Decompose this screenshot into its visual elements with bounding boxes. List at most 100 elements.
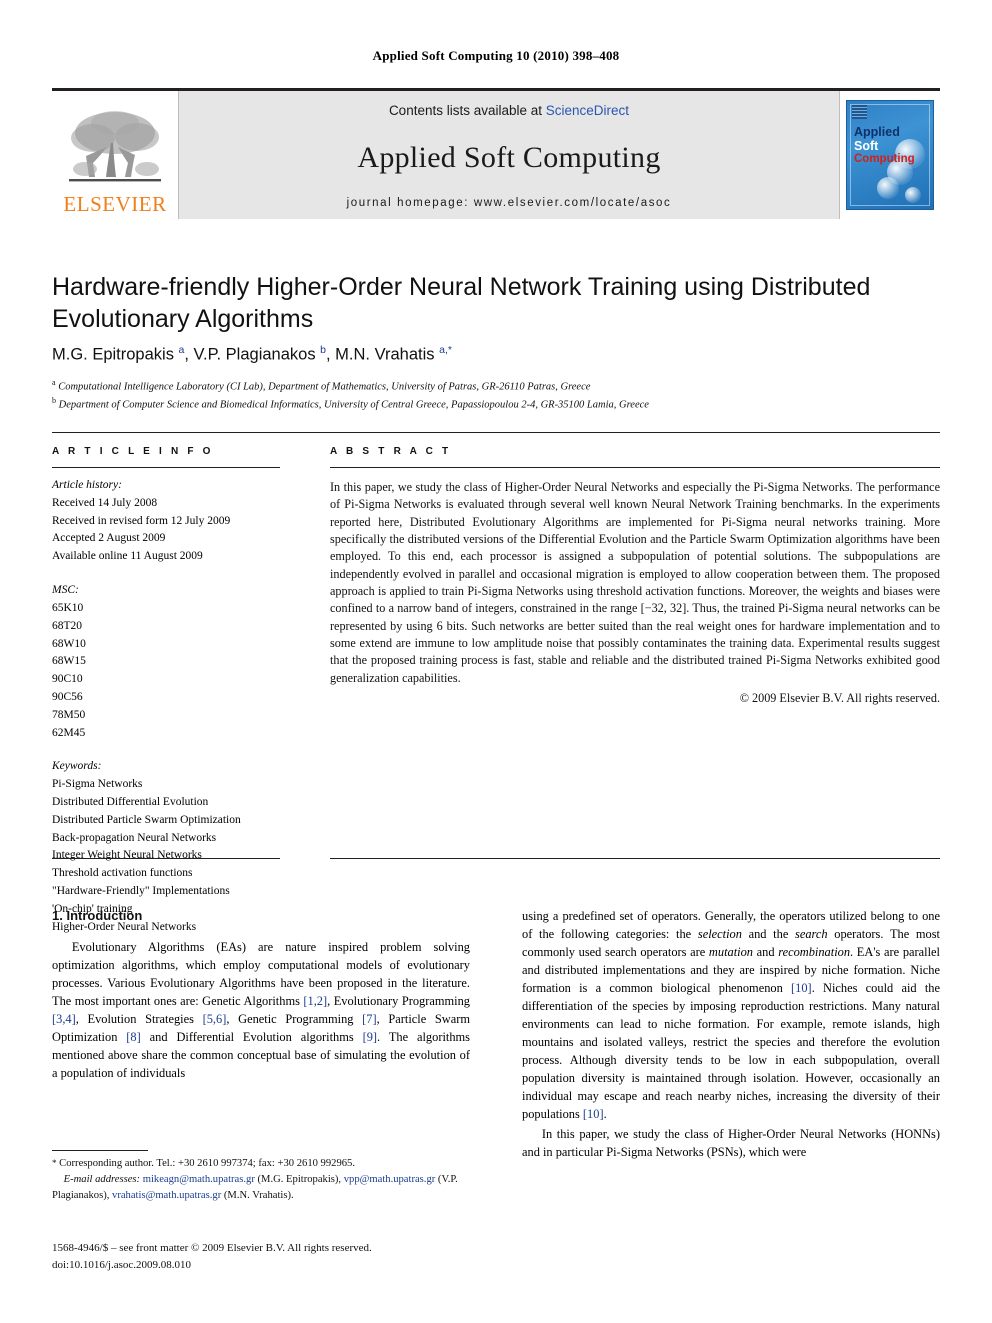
intro-paragraph-right-continued: using a predefined set of operators. Gen… xyxy=(522,908,940,1124)
elsevier-wordmark: ELSEVIER xyxy=(63,192,167,216)
history-item: Accepted 2 August 2009 xyxy=(52,532,166,545)
section-heading-introduction: 1. Introduction xyxy=(52,908,143,923)
affiliation-b: b Department of Computer Science and Bio… xyxy=(52,395,932,413)
article-info-column: A R T I C L E I N F O Article history: R… xyxy=(52,446,280,937)
doi-line[interactable]: doi:10.1016/j.asoc.2009.08.010 xyxy=(52,1257,552,1274)
corresponding-author-text: Corresponding author. Tel.: +30 2610 997… xyxy=(56,1158,355,1169)
abstract-column: A B S T R A C T In this paper, we study … xyxy=(330,446,940,706)
msc-label: MSC: xyxy=(52,584,79,597)
msc-item: 65K10 xyxy=(52,601,84,614)
affiliations: a Computational Intelligence Laboratory … xyxy=(52,377,932,412)
info-section-top-rule xyxy=(52,432,940,433)
paper-title: Hardware-friendly Higher-Order Neural Ne… xyxy=(52,273,871,333)
footnote-rule xyxy=(52,1150,148,1151)
imprint-block: 1568-4946/$ – see front matter © 2009 El… xyxy=(52,1240,552,1273)
citation-7[interactable]: [7] xyxy=(362,1012,376,1026)
citation-1-2[interactable]: [1,2] xyxy=(303,994,327,1008)
emphasis-search: search xyxy=(795,926,828,941)
corresponding-author-note: * Corresponding author. Tel.: +30 2610 9… xyxy=(52,1156,470,1172)
affiliation-b-text: Department of Computer Science and Biome… xyxy=(58,399,649,411)
issn-front-matter: 1568-4946/$ – see front matter © 2009 El… xyxy=(52,1242,372,1254)
keyword-item: "Hardware-Friendly" Implementations xyxy=(52,885,230,898)
intro-text-seg: and xyxy=(752,944,779,959)
body-column-right: using a predefined set of operators. Gen… xyxy=(522,908,940,1162)
msc-item: 90C56 xyxy=(52,690,83,703)
msc-item: 62M45 xyxy=(52,726,86,739)
history-item: Received in revised form 12 July 2009 xyxy=(52,514,231,527)
masthead-center: Contents lists available at ScienceDirec… xyxy=(178,91,840,219)
email-address-3[interactable]: vrahatis@math.upatras.gr xyxy=(112,1190,221,1201)
intro-text-seg: . xyxy=(603,1106,607,1121)
intro-text-seg: , Evolutionary Programming xyxy=(327,993,470,1008)
article-info-bottom-rule xyxy=(52,858,280,859)
citation-10[interactable]: [10] xyxy=(791,981,812,995)
running-head: Applied Soft Computing 10 (2010) 398–408 xyxy=(372,48,620,63)
abstract-heading: A B S T R A C T xyxy=(330,446,452,457)
email-address-2[interactable]: vpp@math.upatras.gr xyxy=(344,1174,436,1185)
paper-page: Applied Soft Computing 10 (2010) 398–408 xyxy=(0,0,992,1323)
citation-10[interactable]: [10] xyxy=(583,1107,604,1121)
citation-5-6[interactable]: [5,6] xyxy=(203,1012,227,1026)
abstract-rule xyxy=(330,467,940,468)
contents-available-line: Contents lists available at ScienceDirec… xyxy=(389,103,629,118)
article-info-heading: A R T I C L E I N F O xyxy=(52,446,214,457)
abstract-bottom-rule xyxy=(330,858,940,859)
cover-title-words: Applied Soft Computing xyxy=(854,125,915,166)
affil-mark-a: a xyxy=(178,344,185,356)
emphasis-selection: selection xyxy=(697,926,742,941)
intro-text-seg: , Genetic Programming xyxy=(226,1011,363,1026)
cover-blob xyxy=(877,177,899,199)
keyword-item: Back-propagation Neural Networks xyxy=(52,831,217,844)
keywords-label: Keywords: xyxy=(52,760,102,773)
journal-masthead: ELSEVIER Contents lists available at Sci… xyxy=(52,88,940,219)
journal-homepage[interactable]: journal homepage: www.elsevier.com/locat… xyxy=(347,197,672,209)
intro-paragraph-right-2: In this paper, we study the class of Hig… xyxy=(522,1126,940,1159)
intro-text-seg: and the xyxy=(741,926,796,941)
journal-title: Applied Soft Computing xyxy=(357,140,661,174)
footnote-block: * Corresponding author. Tel.: +30 2610 9… xyxy=(52,1156,470,1204)
citation-9[interactable]: [9] xyxy=(363,1030,377,1044)
intro-text-seg: , Evolution Strategies xyxy=(75,1011,203,1026)
body-column-left: 1. Introduction Evolutionary Algorithms … xyxy=(52,908,470,1083)
cover-blob xyxy=(905,187,921,203)
elsevier-tree-icon xyxy=(63,107,167,193)
msc-item: 68W15 xyxy=(52,655,86,668)
email-label: E-mail addresses: xyxy=(63,1173,141,1185)
citation-8[interactable]: [8] xyxy=(126,1030,140,1044)
cover-line-soft: Soft xyxy=(854,139,879,153)
affil-mark-a-corresponding: a,* xyxy=(439,344,452,356)
msc-list: MSC: 65K10 68T20 68W10 68W15 90C10 90C56… xyxy=(52,582,280,742)
email-address-1[interactable]: mikeagn@math.upatras.gr xyxy=(143,1174,255,1185)
cover-line-applied: Applied xyxy=(854,125,900,139)
msc-item: 68T20 xyxy=(52,619,83,632)
msc-item: 78M50 xyxy=(52,708,86,721)
cover-elsevier-mark-icon xyxy=(852,105,867,119)
article-history-label: Article history: xyxy=(52,479,122,491)
msc-item: 68W10 xyxy=(52,637,86,650)
keyword-item: Distributed Differential Evolution xyxy=(52,796,209,808)
elsevier-logo: ELSEVIER xyxy=(52,91,178,219)
affiliation-a-text: Computational Intelligence Laboratory (C… xyxy=(58,381,591,393)
email-owner-3: (M.N. Vrahatis). xyxy=(221,1189,294,1201)
affil-mark-b: b xyxy=(320,344,327,356)
email-addresses-note: E-mail addresses: mikeagn@math.upatras.g… xyxy=(52,1172,470,1204)
intro-text-seg: . Niches could aid the differentiation o… xyxy=(522,980,940,1121)
msc-item: 90C10 xyxy=(52,673,83,686)
affil-superscript-b: b xyxy=(52,395,56,405)
keyword-item: Integer Weight Neural Networks xyxy=(52,849,202,862)
keyword-item: Threshold activation functions xyxy=(52,867,193,880)
abstract-text: In this paper, we study the class of Hig… xyxy=(330,480,940,685)
email-owner-1: (M.G. Epitropakis), xyxy=(254,1173,342,1185)
article-history: Article history: Received 14 July 2008 R… xyxy=(52,477,280,566)
history-item: Received 14 July 2008 xyxy=(52,496,158,509)
abstract-copyright: © 2009 Elsevier B.V. All rights reserved… xyxy=(739,690,940,705)
keyword-item: Distributed Particle Swarm Optimization xyxy=(52,813,241,826)
emphasis-mutation: mutation xyxy=(708,944,753,959)
citation-3-4[interactable]: [3,4] xyxy=(52,1012,76,1026)
cover-image: Applied Soft Computing xyxy=(846,100,934,210)
sciencedirect-link[interactable]: ScienceDirect xyxy=(546,103,629,118)
intro-paragraph-left: Evolutionary Algorithms (EAs) are nature… xyxy=(52,939,470,1083)
history-item: Available online 11 August 2009 xyxy=(52,550,203,563)
author-list: M.G. Epitropakis a, V.P. Plagianakos b, … xyxy=(52,344,452,364)
keyword-item: Pi-Sigma Networks xyxy=(52,778,143,791)
